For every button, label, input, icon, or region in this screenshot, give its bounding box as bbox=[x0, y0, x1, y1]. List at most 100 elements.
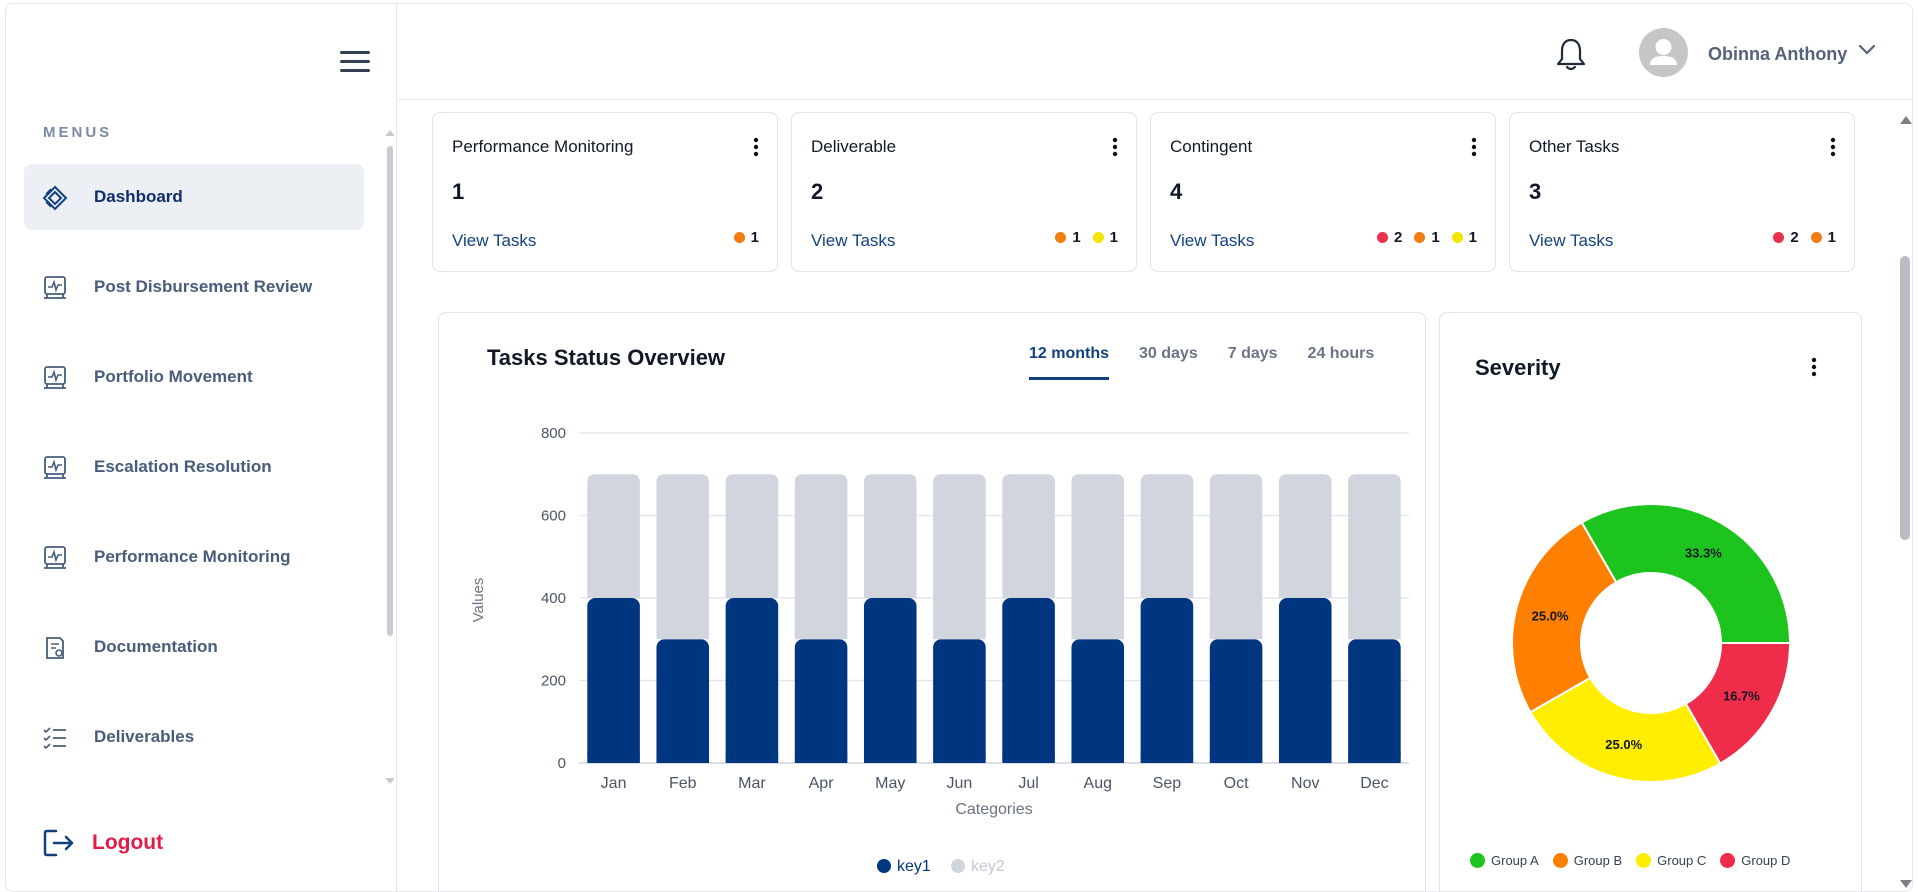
sidebar-item-documentation[interactable]: Documentation bbox=[24, 614, 364, 680]
bar-base-key1-Apr bbox=[794, 753, 848, 763]
bar-key2-May[interactable] bbox=[863, 474, 917, 598]
legend-label: Group D bbox=[1741, 853, 1791, 868]
scroll-up-icon[interactable] bbox=[1900, 116, 1912, 124]
scroll-down-icon[interactable] bbox=[1900, 880, 1912, 888]
scroll-down-icon[interactable] bbox=[385, 778, 395, 784]
sidebar-scrollbar[interactable] bbox=[384, 126, 395, 786]
y-tick-label: 0 bbox=[558, 755, 566, 772]
slice-data-label: 16.7% bbox=[1723, 688, 1760, 703]
legend-item-group-c[interactable]: Group C bbox=[1636, 853, 1706, 868]
x-tick-label: Oct bbox=[1224, 775, 1249, 792]
badge-count: 1 bbox=[1431, 229, 1440, 246]
dashboard-icon bbox=[42, 185, 68, 211]
legend-label: Group C bbox=[1657, 853, 1707, 868]
x-tick-label: Apr bbox=[809, 775, 835, 792]
sidebar-item-dashboard[interactable]: Dashboard bbox=[24, 164, 364, 230]
legend-item-group-d[interactable]: Group D bbox=[1720, 853, 1790, 868]
bar-key2-Jun[interactable] bbox=[933, 474, 986, 640]
hamburger-menu-icon[interactable] bbox=[340, 51, 370, 75]
status-badge: 1 bbox=[1055, 229, 1081, 246]
bar-base-key1-Aug bbox=[1071, 753, 1125, 763]
bar-key1-May[interactable] bbox=[863, 598, 917, 763]
sidebar-item-performance-monitoring[interactable]: Performance Monitoring bbox=[24, 524, 364, 590]
main-scrollbar[interactable] bbox=[1898, 112, 1912, 891]
status-badge: 1 bbox=[1092, 229, 1118, 246]
avatar[interactable] bbox=[1639, 28, 1688, 77]
y-tick-label: 800 bbox=[541, 425, 566, 442]
legend-item-group-a[interactable]: Group A bbox=[1470, 853, 1539, 868]
bar-key2-Nov[interactable] bbox=[1278, 474, 1332, 598]
bar-key2-Feb[interactable] bbox=[656, 474, 710, 640]
status-dot bbox=[1376, 232, 1388, 243]
badge-count: 1 bbox=[1827, 229, 1836, 246]
x-tick-label: Sep bbox=[1153, 775, 1182, 792]
legend-item-group-b[interactable]: Group B bbox=[1552, 853, 1622, 868]
view-tasks-link[interactable]: View Tasks bbox=[1170, 231, 1254, 251]
bar-key2-Sep[interactable] bbox=[1140, 474, 1194, 598]
sidebar-item-escalation-resolution[interactable]: Escalation Resolution bbox=[24, 434, 364, 500]
badge-count: 1 bbox=[750, 229, 759, 246]
view-tasks-link[interactable]: View Tasks bbox=[452, 231, 536, 251]
monitor-chart-icon bbox=[44, 546, 66, 569]
sidebar-item-label: Performance Monitoring bbox=[94, 547, 291, 566]
sidebar-item-label: Escalation Resolution bbox=[94, 457, 272, 476]
bar-key2-Dec[interactable] bbox=[1348, 474, 1401, 640]
task-card-contingent: Contingent 4 View Tasks 2 1 1 bbox=[1150, 112, 1496, 272]
more-options-icon[interactable] bbox=[1112, 137, 1118, 157]
tasks-status-overview-panel: Tasks Status Overview 12 months 30 days … bbox=[438, 312, 1426, 891]
bar-key1-Feb[interactable] bbox=[656, 639, 710, 763]
scrollbar-thumb[interactable] bbox=[1900, 256, 1910, 540]
legend-dot bbox=[1470, 853, 1485, 868]
view-tasks-link[interactable]: View Tasks bbox=[1529, 231, 1613, 251]
bar-key1-Sep[interactable] bbox=[1140, 598, 1194, 763]
bar-key1-Apr[interactable] bbox=[794, 639, 848, 763]
legend-dot bbox=[1720, 853, 1736, 868]
task-card-other-tasks: Other Tasks 3 View Tasks 2 1 bbox=[1509, 112, 1855, 272]
logout-icon bbox=[43, 829, 74, 857]
bar-key2-Oct[interactable] bbox=[1209, 474, 1263, 640]
chevron-down-icon[interactable] bbox=[1858, 44, 1876, 56]
bar-key1-Jan[interactable] bbox=[587, 598, 640, 763]
x-tick-label: May bbox=[875, 775, 905, 792]
more-options-icon[interactable] bbox=[1830, 137, 1836, 157]
bar-key1-Oct[interactable] bbox=[1209, 639, 1263, 763]
app-frame: MENUS Dashboard Post Disbursement Review bbox=[5, 3, 1913, 892]
severity-panel: Severity 33.3% 25.0% 25.0% 16.7% Group A Gro… bbox=[1439, 312, 1862, 891]
severity-badges: 2 1 1 bbox=[1365, 229, 1477, 246]
bar-key1-Nov[interactable] bbox=[1278, 598, 1332, 763]
donut-slice-group-a[interactable] bbox=[1580, 503, 1792, 644]
bar-key2-Mar[interactable] bbox=[725, 474, 779, 598]
bar-key2-Jul[interactable] bbox=[1002, 474, 1055, 598]
bar-key2-Jan[interactable] bbox=[587, 474, 640, 598]
slice-data-label: 25.0% bbox=[1605, 737, 1642, 752]
bar-key1-Dec[interactable] bbox=[1348, 639, 1401, 763]
user-name[interactable]: Obinna Anthony bbox=[1708, 44, 1847, 65]
scrollbar-thumb[interactable] bbox=[387, 146, 393, 636]
sidebar-item-post-disbursement-review[interactable]: Post Disbursement Review bbox=[24, 254, 364, 320]
more-options-icon[interactable] bbox=[753, 137, 759, 157]
legend-item-key2[interactable]: key2 bbox=[951, 858, 1005, 875]
bar-key2-Aug[interactable] bbox=[1071, 474, 1125, 640]
more-options-icon[interactable] bbox=[1471, 137, 1477, 157]
card-title: Other Tasks bbox=[1529, 137, 1620, 156]
bar-base-key1-Oct bbox=[1209, 753, 1263, 763]
bar-key1-Jun[interactable] bbox=[933, 639, 986, 763]
bar-key1-Jul[interactable] bbox=[1002, 598, 1055, 763]
status-badge: 1 bbox=[1451, 229, 1477, 246]
severity-legend: Group A Group B Group C Group D bbox=[1470, 853, 1804, 868]
bar-base-key1-Jun bbox=[933, 753, 986, 763]
sidebar-item-portfolio-movement[interactable]: Portfolio Movement bbox=[24, 344, 364, 410]
notification-bell-icon[interactable] bbox=[1554, 36, 1588, 72]
status-dot bbox=[1810, 232, 1822, 243]
bar-key1-Mar[interactable] bbox=[725, 598, 779, 763]
bar-key2-Apr[interactable] bbox=[794, 474, 848, 640]
bar-key1-Aug[interactable] bbox=[1071, 639, 1125, 763]
legend-item-key1[interactable]: key1 bbox=[877, 858, 931, 875]
legend-label: key1 bbox=[897, 858, 931, 875]
scroll-up-icon[interactable] bbox=[385, 130, 395, 136]
view-tasks-link[interactable]: View Tasks bbox=[811, 231, 895, 251]
sidebar-item-deliverables[interactable]: Deliverables bbox=[24, 704, 364, 770]
logout-button[interactable]: Logout bbox=[42, 827, 163, 859]
bar-base-key1-Dec bbox=[1348, 753, 1401, 763]
y-axis-label: Values bbox=[470, 578, 487, 623]
